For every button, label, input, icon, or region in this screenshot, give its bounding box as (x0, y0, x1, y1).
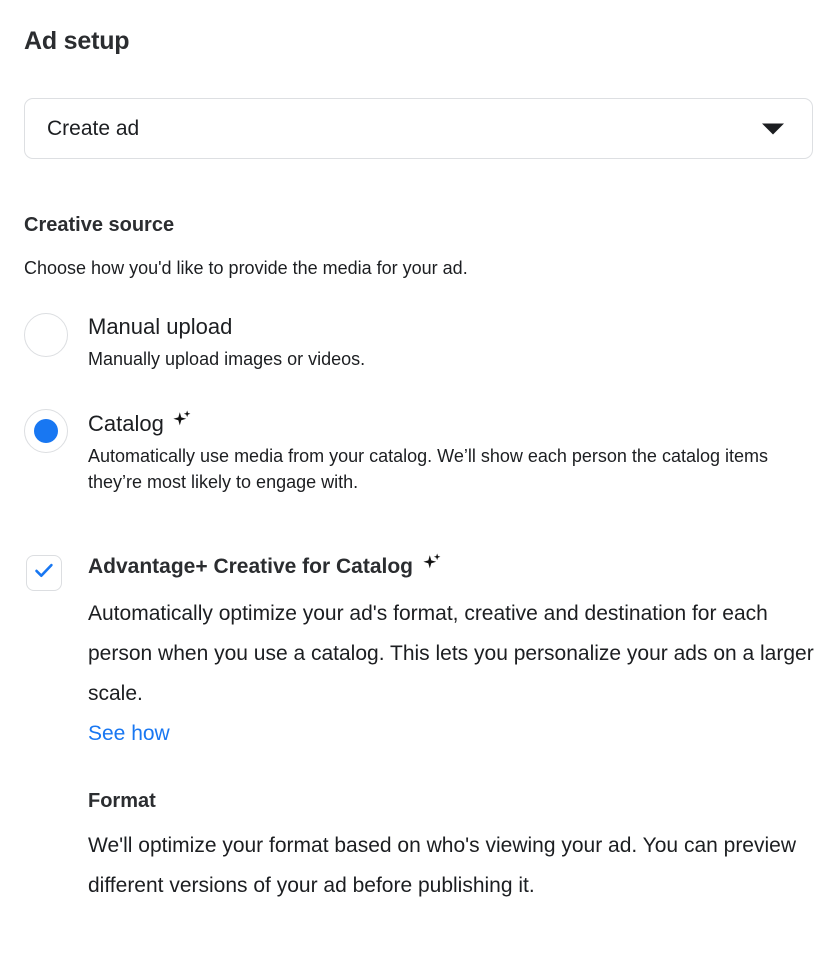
check-icon (32, 559, 56, 588)
advantage-plus-creative-block: Advantage+ Creative for Catalog Automati… (24, 552, 824, 754)
option-title-row: Manual upload (88, 313, 824, 341)
sparkle-icon (421, 552, 443, 582)
advantage-plus-title: Advantage+ Creative for Catalog (88, 555, 414, 578)
format-heading: Format (88, 790, 156, 812)
sparkle-icon (171, 409, 193, 438)
option-label-catalog: Catalog (88, 410, 164, 436)
option-body: Manual upload Manually upload images or … (88, 313, 824, 372)
radio-catalog[interactable] (24, 409, 68, 453)
page-title: Ad setup (24, 27, 130, 55)
option-description-catalog: Automatically use media from your catalo… (88, 446, 768, 492)
radio-dot (34, 419, 58, 443)
format-description: We'll optimize your format based on who'… (88, 834, 797, 897)
option-title-row: Catalog (88, 409, 824, 438)
advantage-plus-body: Advantage+ Creative for Catalog Automati… (88, 552, 824, 754)
ad-type-dropdown[interactable]: Create ad (24, 98, 813, 159)
format-block: Format We'll optimize your format based … (88, 788, 818, 906)
creative-source-heading: Creative source (24, 214, 175, 236)
option-body: Catalog Automatically use media from you… (88, 409, 824, 495)
ad-type-dropdown-value: Create ad (47, 116, 140, 140)
advantage-plus-checkbox[interactable] (26, 555, 62, 591)
see-how-link[interactable]: See how (88, 714, 170, 754)
advantage-plus-title-row: Advantage+ Creative for Catalog (88, 552, 824, 582)
ad-setup-panel: Ad setup Create ad Creative source Choos… (0, 0, 837, 971)
option-label-manual-upload: Manual upload (88, 314, 233, 339)
advantage-plus-description: Automatically optimize your ad's format,… (88, 602, 814, 705)
chevron-down-icon (762, 123, 784, 134)
radio-option-catalog[interactable]: Catalog Automatically use media from you… (24, 409, 824, 495)
option-description-manual-upload: Manually upload images or videos. (88, 349, 366, 369)
creative-source-subtext: Choose how you'd like to provide the med… (24, 258, 468, 278)
radio-option-manual-upload[interactable]: Manual upload Manually upload images or … (24, 313, 824, 372)
radio-manual-upload[interactable] (24, 313, 68, 357)
